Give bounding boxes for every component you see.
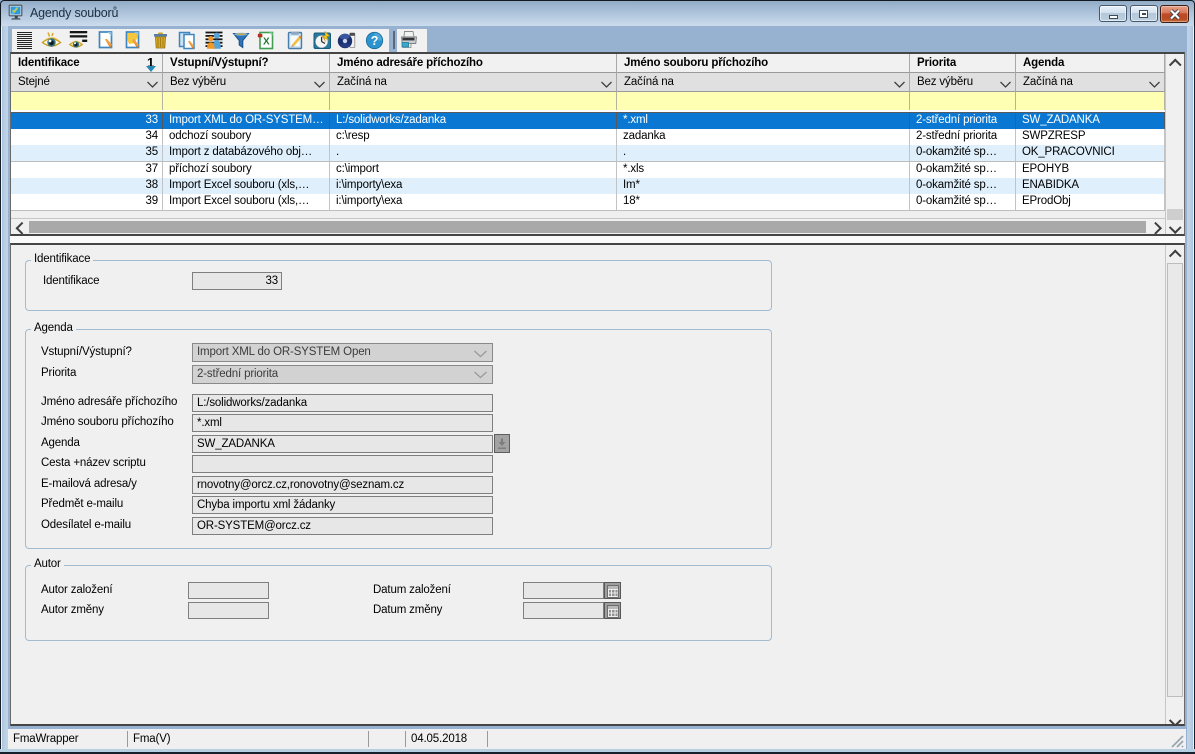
svg-text:X: X — [263, 37, 270, 48]
svg-text:?: ? — [371, 34, 379, 48]
